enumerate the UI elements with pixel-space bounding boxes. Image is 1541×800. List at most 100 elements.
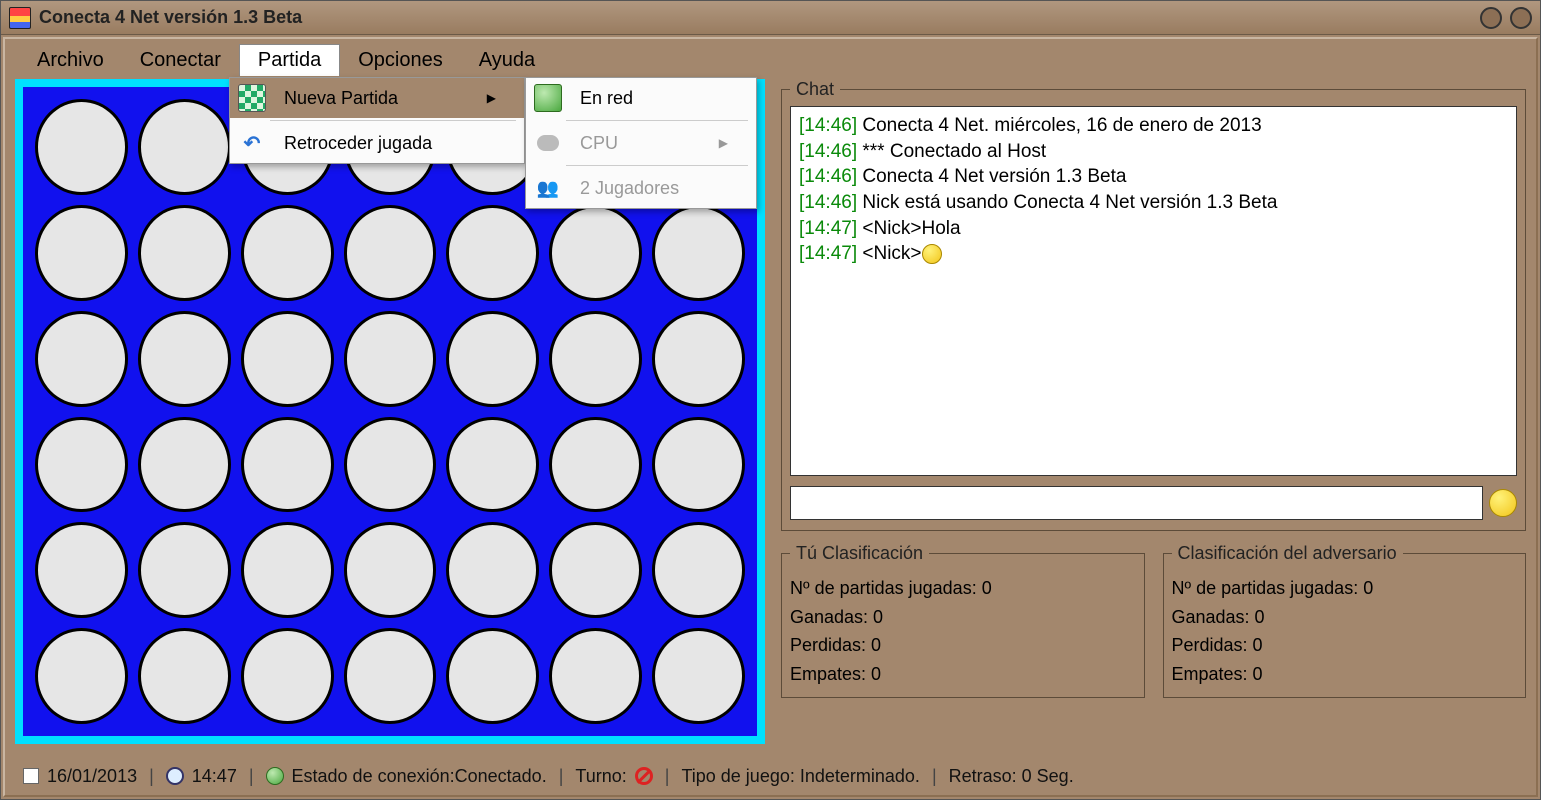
- board-cell[interactable]: [344, 311, 437, 407]
- statusbar: 16/01/2013 | 14:47 | Estado de conexión:…: [15, 761, 1526, 791]
- board-cell[interactable]: [446, 522, 539, 618]
- board-cell[interactable]: [35, 522, 128, 618]
- clock-icon: [166, 767, 184, 785]
- menu-conectar[interactable]: Conectar: [122, 45, 239, 76]
- your-score-panel: Tú Clasificación Nº de partidas jugadas:…: [781, 539, 1145, 698]
- chat-legend: Chat: [790, 79, 840, 100]
- score-line: Perdidas: 0: [1172, 631, 1518, 660]
- menuitem-label: Retroceder jugada: [284, 133, 432, 154]
- chat-input[interactable]: [790, 486, 1483, 520]
- board-cell[interactable]: [549, 311, 642, 407]
- board-cell[interactable]: [549, 417, 642, 513]
- board-cell[interactable]: [652, 205, 745, 301]
- titlebar[interactable]: Conecta 4 Net versión 1.3 Beta: [1, 1, 1540, 35]
- menuitem-en-red[interactable]: En red: [526, 78, 756, 118]
- menuitem-label: 2 Jugadores: [580, 178, 679, 199]
- board-cell[interactable]: [35, 417, 128, 513]
- board-cell[interactable]: [652, 417, 745, 513]
- people-icon: 👥: [534, 174, 562, 202]
- menuitem-nueva-partida[interactable]: Nueva Partida ▶: [230, 78, 524, 118]
- status-time: 14:47: [192, 766, 237, 787]
- submenu-arrow-icon: ▶: [487, 91, 496, 105]
- menu-ayuda[interactable]: Ayuda: [461, 45, 553, 76]
- status-date: 16/01/2013: [47, 766, 137, 787]
- score-line: Nº de partidas jugadas: 0: [1172, 574, 1518, 603]
- board-cell[interactable]: [138, 417, 231, 513]
- chat-line: [14:46] *** Conectado al Host: [799, 139, 1508, 165]
- board-cell[interactable]: [138, 99, 231, 195]
- menu-partida[interactable]: Partida: [239, 44, 340, 76]
- content-area: Archivo Conectar Partida Opciones Ayuda …: [3, 37, 1538, 797]
- board-cell[interactable]: [652, 311, 745, 407]
- menu-separator: [566, 165, 748, 166]
- menu-archivo[interactable]: Archivo: [19, 45, 122, 76]
- app-icon: [9, 7, 31, 29]
- minimize-button[interactable]: [1480, 7, 1502, 29]
- board-cell[interactable]: [344, 205, 437, 301]
- chat-line: [14:46] Nick está usando Conecta 4 Net v…: [799, 190, 1508, 216]
- board-cell[interactable]: [241, 628, 334, 724]
- menu-separator: [566, 120, 748, 121]
- board-cell[interactable]: [549, 522, 642, 618]
- wink-emoji-icon: [922, 244, 942, 264]
- emoji-button[interactable]: [1489, 489, 1517, 517]
- board-cell[interactable]: [241, 311, 334, 407]
- status-delay: Retraso: 0 Seg.: [949, 766, 1074, 787]
- chat-line: [14:46] Conecta 4 Net versión 1.3 Beta: [799, 164, 1508, 190]
- board-cell[interactable]: [344, 417, 437, 513]
- score-line: Nº de partidas jugadas: 0: [790, 574, 1136, 603]
- globe-icon: [534, 84, 562, 112]
- opponent-score-panel: Clasificación del adversario Nº de parti…: [1163, 539, 1527, 698]
- board-cell[interactable]: [446, 205, 539, 301]
- maximize-button[interactable]: [1510, 7, 1532, 29]
- chat-panel: Chat [14:46] Conecta 4 Net. miércoles, 1…: [781, 79, 1526, 531]
- dropdown-partida: Nueva Partida ▶ ↶ Retroceder jugada: [229, 77, 525, 164]
- board-cell[interactable]: [446, 311, 539, 407]
- status-game-type: Tipo de juego: Indeterminado.: [681, 766, 920, 787]
- menu-separator: [270, 120, 516, 121]
- chat-log[interactable]: [14:46] Conecta 4 Net. miércoles, 16 de …: [790, 106, 1517, 476]
- board-cell[interactable]: [344, 522, 437, 618]
- window-title: Conecta 4 Net versión 1.3 Beta: [39, 7, 302, 28]
- board-cell[interactable]: [241, 417, 334, 513]
- board-cell[interactable]: [138, 311, 231, 407]
- undo-icon: ↶: [238, 129, 266, 157]
- menuitem-cpu[interactable]: CPU ▶: [526, 123, 756, 163]
- globe-icon: [266, 767, 284, 785]
- board-cell[interactable]: [446, 417, 539, 513]
- board-cell[interactable]: [35, 205, 128, 301]
- opponent-score-legend: Clasificación del adversario: [1172, 539, 1403, 568]
- board-cell[interactable]: [652, 522, 745, 618]
- forbidden-icon: [635, 767, 653, 785]
- board-cell[interactable]: [652, 628, 745, 724]
- your-score-legend: Tú Clasificación: [790, 539, 929, 568]
- status-turn-label: Turno:: [575, 766, 626, 787]
- status-connection: Estado de conexión:Conectado.: [292, 766, 547, 787]
- menuitem-retroceder[interactable]: ↶ Retroceder jugada: [230, 123, 524, 163]
- board-cell[interactable]: [35, 628, 128, 724]
- app-window: Conecta 4 Net versión 1.3 Beta Archivo C…: [0, 0, 1541, 800]
- board-cell[interactable]: [138, 205, 231, 301]
- dropdown-nueva-partida: En red CPU ▶ 👥 2 Jugadores: [525, 77, 757, 209]
- board-cell[interactable]: [35, 311, 128, 407]
- score-line: Perdidas: 0: [790, 631, 1136, 660]
- checker-icon: [238, 84, 266, 112]
- cloud-icon: [534, 129, 562, 157]
- submenu-arrow-icon: ▶: [719, 136, 728, 150]
- board-cell[interactable]: [241, 205, 334, 301]
- board-cell[interactable]: [446, 628, 539, 724]
- board-cell[interactable]: [344, 628, 437, 724]
- calendar-icon: [23, 768, 39, 784]
- menuitem-2jugadores[interactable]: 👥 2 Jugadores: [526, 168, 756, 208]
- chat-line: [14:46] Conecta 4 Net. miércoles, 16 de …: [799, 113, 1508, 139]
- board-cell[interactable]: [35, 99, 128, 195]
- score-line: Ganadas: 0: [790, 603, 1136, 632]
- board-cell[interactable]: [241, 522, 334, 618]
- board-cell[interactable]: [549, 205, 642, 301]
- board-cell[interactable]: [138, 628, 231, 724]
- score-line: Empates: 0: [1172, 660, 1518, 689]
- board-cell[interactable]: [549, 628, 642, 724]
- menu-opciones[interactable]: Opciones: [340, 45, 461, 76]
- board-cell[interactable]: [138, 522, 231, 618]
- menuitem-label: En red: [580, 88, 633, 109]
